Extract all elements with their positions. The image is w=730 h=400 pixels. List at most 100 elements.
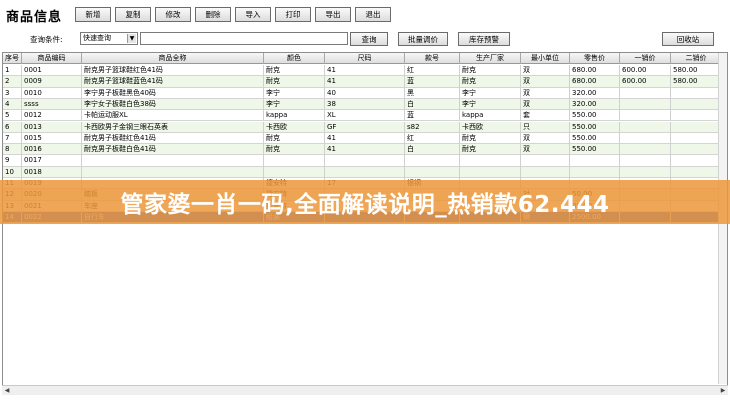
cell-col-size: 41 (325, 132, 405, 144)
table-row[interactable]: 3 0010 李宁男子板鞋黑色40码 李宁 40 黑李宁双 320.00 (3, 87, 722, 99)
cell-col-size: 40 (325, 87, 405, 99)
cell-col-price1 (620, 121, 671, 133)
export-button[interactable]: 导出 (315, 7, 351, 22)
cell-col-seq: 4 (3, 98, 22, 110)
cell-col-maker: 耐克 (460, 144, 521, 156)
cell-col-style: 黑 (405, 87, 460, 99)
header-col-size[interactable]: 尺码 (325, 53, 405, 64)
cell-col-code: 0001 (22, 65, 82, 76)
cell-col-price2 (671, 155, 722, 167)
cell-col-style (405, 155, 460, 167)
cell-col-code: 0010 (22, 87, 82, 99)
header-col-name[interactable]: 商品全称 (82, 53, 264, 64)
search-bar: 查询条件: 快速查询 ▼ 查询 批量调价 库存预警 回收站 (0, 30, 730, 48)
table-row[interactable]: 5 0012 卡帕运动服XL kappa XL 蓝 kappa 套 550.00 (3, 110, 722, 122)
cell-col-size: 38 (325, 98, 405, 110)
cell-col-size: XL (325, 110, 405, 122)
add-button[interactable]: 新增 (75, 7, 111, 22)
cell-col-style: 红 (405, 132, 460, 144)
stock-alert-button[interactable]: 库存预警 (458, 32, 510, 46)
cell-col-name: 耐克男子篮球鞋红色41码 (82, 65, 264, 76)
cell-col-seq: 7 (3, 132, 22, 144)
cell-col-color: 卡西欧 (264, 121, 325, 133)
header-col-maker[interactable]: 生产厂家 (460, 53, 521, 64)
edit-button[interactable]: 修改 (155, 7, 191, 22)
table-row[interactable]: 4 ssss 李宁女子板鞋白色38码 李宁 38 白李宁双 320.00 (3, 98, 722, 111)
search-button[interactable]: 查询 (350, 32, 388, 46)
cell-col-name: 卡西欧男子金钢三眼石英表 (82, 121, 264, 133)
cell-col-seq: 3 (3, 87, 22, 99)
scroll-left-icon[interactable]: ◀ (2, 386, 12, 395)
header-col-price2[interactable]: 二销价 (671, 53, 722, 64)
toolbar: 新增 复制 修改 删除 导入 打印 导出 退出 (75, 7, 391, 22)
cell-col-retail: 320.00 (570, 87, 620, 99)
table-row[interactable]: 1 0001 耐克男子篮球鞋红色41码 耐克 41 红耐克双 680.00 600.00 580… (3, 65, 722, 77)
cell-col-color: 李宁 (264, 87, 325, 99)
delete-button[interactable]: 删除 (195, 7, 231, 22)
cell-col-maker: 耐克 (460, 65, 521, 76)
cell-col-code: 0018 (22, 166, 82, 178)
header-col-unit[interactable]: 最小单位 (521, 53, 570, 64)
import-button[interactable]: 导入 (235, 7, 271, 22)
batch-price-button[interactable]: 批量调价 (398, 32, 448, 46)
header-col-code[interactable]: 商品编码 (22, 53, 82, 64)
header-col-seq[interactable]: 序号 (3, 53, 22, 64)
cell-col-color: 耐克 (264, 144, 325, 156)
copy-button[interactable]: 复制 (115, 7, 151, 22)
watermark-banner: 管家婆一肖一码,全面解读说明_热销款62.444 (0, 180, 730, 224)
app-title: 商品信息 (6, 10, 63, 25)
header-col-style[interactable]: 款号 (405, 53, 460, 64)
horizontal-scrollbar[interactable]: ◀ ▶ (2, 385, 728, 395)
cell-col-unit (521, 155, 570, 167)
cell-col-style: 红 (405, 65, 460, 76)
cell-col-style: 蓝 (405, 110, 460, 122)
header-col-price1[interactable]: 一销价 (620, 53, 671, 64)
cell-col-maker: 李宁 (460, 98, 521, 110)
cell-col-style: 白 (405, 144, 460, 156)
cell-col-price2 (671, 121, 722, 133)
cell-col-maker: 耐克 (460, 132, 521, 144)
cell-col-retail: 550.00 (570, 144, 620, 156)
cell-col-unit: 双 (521, 87, 570, 99)
cell-col-price1 (620, 144, 671, 156)
table-row[interactable]: 9 0017 (3, 155, 722, 167)
cell-col-name (82, 166, 264, 178)
chevron-down-icon[interactable]: ▼ (127, 34, 136, 43)
cell-col-unit (521, 166, 570, 178)
scroll-right-icon[interactable]: ▶ (718, 386, 728, 395)
cell-col-style: 蓝 (405, 76, 460, 88)
cell-col-name (82, 155, 264, 167)
cell-col-maker: 卡西欧 (460, 121, 521, 133)
cell-col-name: 耐克男子篮球鞋蓝色41码 (82, 76, 264, 88)
table-row[interactable]: 8 0016 耐克男子板鞋白色41码 耐克 41 白耐克双 550.00 (3, 144, 722, 156)
search-mode-value: 快速查询 (83, 34, 111, 42)
cell-col-retail: 550.00 (570, 110, 620, 122)
recycle-bin-button[interactable]: 回收站 (662, 32, 714, 46)
search-input[interactable] (140, 32, 348, 45)
cell-col-style: s82 (405, 121, 460, 133)
exit-button[interactable]: 退出 (355, 7, 391, 22)
cell-col-price1 (620, 132, 671, 144)
cell-col-retail (570, 166, 620, 178)
cell-col-price2 (671, 144, 722, 156)
cell-col-color: 李宁 (264, 98, 325, 110)
search-mode-select[interactable]: 快速查询 ▼ (80, 32, 138, 45)
header-col-color[interactable]: 颜色 (264, 53, 325, 64)
table-row[interactable]: 10 0018 (3, 166, 722, 178)
cell-col-retail: 550.00 (570, 121, 620, 133)
cell-col-seq: 8 (3, 144, 22, 156)
table-row[interactable]: 7 0015 耐克男子板鞋红色41码 耐克 41 红耐克双 550.00 (3, 132, 722, 145)
header-col-retail[interactable]: 零售价 (570, 53, 620, 64)
print-button[interactable]: 打印 (275, 7, 311, 22)
cell-col-unit: 只 (521, 121, 570, 133)
cell-col-unit: 双 (521, 65, 570, 76)
table-row[interactable]: 6 0013 卡西欧男子金钢三眼石英表 卡西欧 GF s82 卡西欧只 550.00 (3, 121, 722, 133)
cell-col-price1 (620, 98, 671, 110)
cell-col-color (264, 155, 325, 167)
cell-col-seq: 2 (3, 76, 22, 88)
cell-col-price2: 580.00 (671, 65, 722, 76)
cell-col-style: 白 (405, 98, 460, 110)
cell-col-name: 李宁女子板鞋白色38码 (82, 98, 264, 110)
table-row[interactable]: 2 0009 耐克男子篮球鞋蓝色41码 耐克 41 蓝耐克双 680.00 600.00 580… (3, 76, 722, 88)
cell-col-seq: 9 (3, 155, 22, 167)
